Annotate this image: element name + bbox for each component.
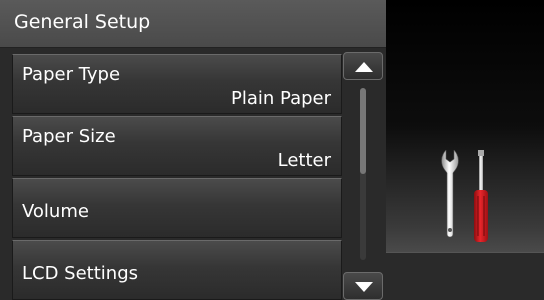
- menu-item-value: Letter: [277, 150, 331, 171]
- triangle-down-icon: [355, 282, 373, 292]
- menu-item-lcd-settings[interactable]: LCD Settings: [12, 240, 342, 300]
- menu-panel: General Setup Paper Type Plain Paper Pap…: [0, 0, 386, 300]
- wrench-screwdriver-icon: [441, 150, 488, 242]
- scroll-up-button[interactable]: [343, 52, 383, 80]
- menu-item-label: Paper Type: [22, 64, 121, 85]
- page-title: General Setup: [14, 11, 151, 33]
- menu-item-paper-type[interactable]: Paper Type Plain Paper: [12, 54, 342, 114]
- menu-item-label: Paper Size: [22, 126, 116, 147]
- menu-item-paper-size[interactable]: Paper Size Letter: [12, 116, 342, 176]
- scrollbar[interactable]: [343, 52, 385, 300]
- illustration-panel: [386, 0, 544, 252]
- lcd-screen: General Setup Paper Type Plain Paper Pap…: [0, 0, 544, 300]
- triangle-up-icon: [355, 62, 373, 72]
- menu-item-volume[interactable]: Volume: [12, 178, 342, 238]
- scroll-down-button[interactable]: [343, 272, 383, 300]
- menu-item-label: Volume: [22, 201, 89, 222]
- menu-item-value: Plain Paper: [231, 88, 331, 109]
- header-bar: General Setup: [0, 0, 386, 48]
- menu-item-label: LCD Settings: [22, 263, 139, 284]
- right-footer-bar: [386, 252, 544, 300]
- scroll-thumb[interactable]: [360, 88, 366, 174]
